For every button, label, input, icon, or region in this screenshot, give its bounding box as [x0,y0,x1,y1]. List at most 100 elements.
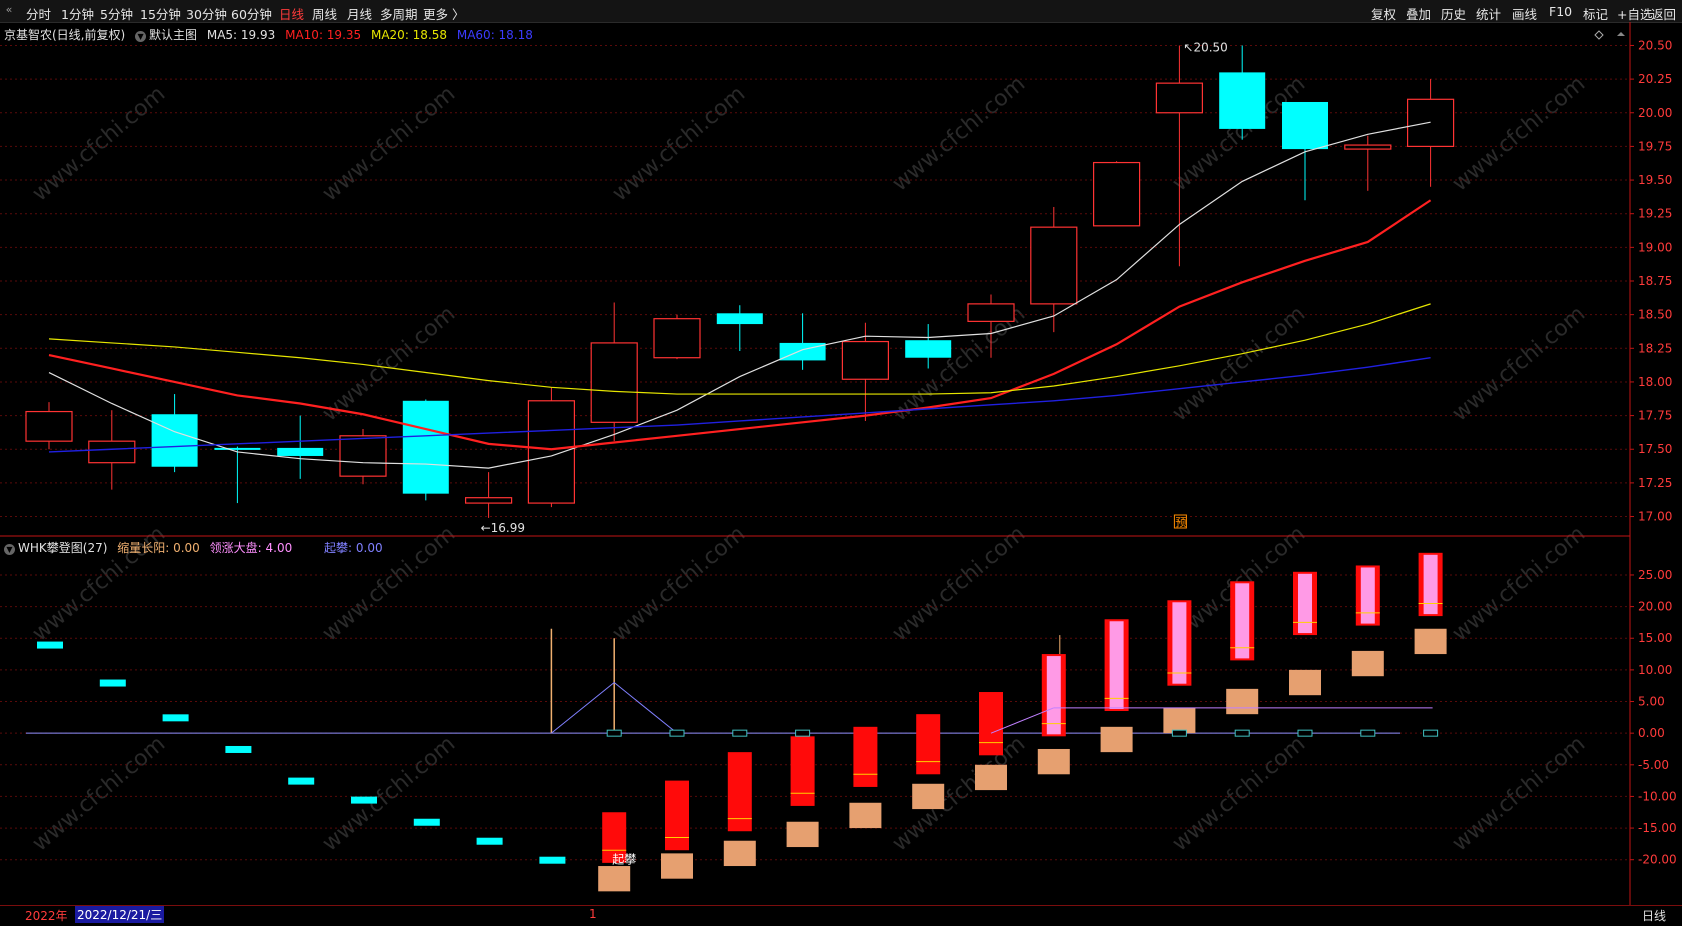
tool-button-0[interactable]: 复权 [1371,4,1396,23]
period-tab-2[interactable]: 5分钟 [100,4,133,23]
candle-body-down [716,313,763,325]
indicator-name[interactable]: 默认主图 [149,28,197,42]
chart-area[interactable]: www.cfchi.com www.cfchi.com www.cfchi.com w… [0,22,1682,923]
tick-label: 1 [589,907,597,921]
candle-body-up [967,303,1015,322]
tool-button-3[interactable]: 统计 [1476,4,1501,23]
candle-body-up [88,440,136,464]
orange-box [786,821,819,848]
candle-body-down [905,340,952,358]
main-tick-label: 17.50 [1638,442,1672,456]
cyan-mark [539,856,566,864]
candle-body-down [277,447,324,456]
zero-marker-box [732,729,748,737]
tool-button-4[interactable]: 画线 [1512,4,1537,23]
cyan-mark [476,837,503,845]
lingzhang-value: 领涨大盘: 4.00 [209,541,293,555]
cyan-mark [99,679,126,687]
period-tab-7[interactable]: 周线 [312,4,337,23]
candle-body-down [151,414,198,467]
orange-box [1226,688,1259,715]
period-tab-10[interactable]: 更多 〉 [423,4,464,23]
candle-body-up [653,318,701,359]
period-label[interactable]: 日线 [1642,907,1666,924]
orange-box [849,802,882,829]
period-tab-1[interactable]: 1分钟 [61,4,94,23]
orange-box [1414,628,1447,655]
watermark-text: www.cfchi.com [608,81,750,206]
tool-button-1[interactable]: 叠加 [1406,4,1431,23]
watermark-text: www.cfchi.com [318,731,460,856]
sub-tick-label: 15.00 [1638,631,1672,645]
main-tick-label: 17.00 [1638,510,1672,524]
main-legend: 京基智农(日线,前复权) ▼ 默认主图 MA5: 19.93 MA10: 19.3… [4,26,533,43]
watermark-text: www.cfchi.com [1448,731,1590,856]
main-tick-label: 20.25 [1638,72,1672,86]
tool-button-7[interactable]: +自选 [1617,4,1652,23]
sub-tick-label: -15.00 [1638,821,1677,835]
period-tab-0[interactable]: 分时 [26,4,51,23]
climb-pink-bar [1298,573,1312,634]
tool-button-6[interactable]: 标记 [1583,4,1608,23]
period-tab-5[interactable]: 60分钟 [231,4,272,23]
sub-indicator-title[interactable]: WHK攀登图(27) [18,541,107,555]
period-tab-4[interactable]: 30分钟 [186,4,227,23]
tool-button-5[interactable]: F10 [1549,4,1572,19]
period-tab-9[interactable]: 多周期 [380,4,418,23]
cyan-mark [413,818,440,826]
back-arrow-icon[interactable]: « [2,3,16,17]
suoliang-value: 缩量长阳: 0.00 [117,541,200,555]
main-tick-label: 17.25 [1638,476,1672,490]
orange-box [1037,748,1070,775]
orange-box [1351,650,1384,677]
watermark-text: www.cfchi.com [28,731,170,856]
ma10-value: MA10: 19.35 [285,28,362,42]
period-tab-8[interactable]: 月线 [347,4,372,23]
tool-button-2[interactable]: 历史 [1441,4,1466,23]
main-tick-label: 19.00 [1638,240,1672,254]
tool-button-8[interactable]: 返回 [1651,4,1676,23]
main-tick-label: 19.50 [1638,173,1672,187]
candle-body-down [402,400,449,494]
period-tab-3[interactable]: 15分钟 [140,4,181,23]
period-tab-6[interactable]: 日线 [279,4,304,23]
watermark-text: www.cfchi.com [1448,301,1590,426]
watermark-text: www.cfchi.com [888,731,1030,856]
climb-red-bar [665,780,689,851]
watermark-text: www.cfchi.com [608,521,750,646]
main-tick-label: 18.00 [1638,375,1672,389]
zero-marker-box [669,729,685,737]
climb-pink-bar [1423,554,1438,615]
indicator-dropdown-icon[interactable]: ▼ [135,31,147,42]
stock-title[interactable]: 京基智农(日线,前复权) [4,28,125,42]
sub-tick-label: -20.00 [1638,853,1677,867]
climb-red-bar [979,692,1003,756]
watermark-text: www.cfchi.com [888,71,1030,196]
sub-tick-label: -10.00 [1638,789,1677,803]
candle-body-up [1030,226,1078,305]
climb-pink-bar [1109,621,1124,710]
cyan-mark [351,796,377,804]
main-tick-label: 19.75 [1638,139,1672,153]
sub-tick-label: 25.00 [1638,568,1672,582]
main-tick-label: 19.25 [1638,207,1672,221]
qipan-label: 起攀 [612,853,636,867]
cyan-mark [225,745,252,753]
low-price-label: ←16.99 [481,521,525,535]
main-tick-label: 20.00 [1638,106,1672,120]
orange-box [975,764,1007,791]
zero-marker-box [1171,729,1187,737]
orange-box [912,783,945,810]
sub-dropdown-icon[interactable]: ▼ [4,544,15,555]
candle-body-up [25,410,73,442]
watermark-text: www.cfchi.com [888,521,1030,646]
kline-chart-svg[interactable]: www.cfchi.com www.cfchi.com www.cfchi.com w… [0,22,1682,923]
candle-body-up [590,342,638,423]
qipan-value: 起攀: 0.00 [324,541,383,555]
diamond-icon [1594,30,1604,40]
candle-body-up [465,497,513,504]
candle-body-up [1092,161,1141,227]
year-label: 2022年 [25,909,68,923]
ma-line-ma5 [48,121,1431,469]
orange-box [1163,707,1196,734]
